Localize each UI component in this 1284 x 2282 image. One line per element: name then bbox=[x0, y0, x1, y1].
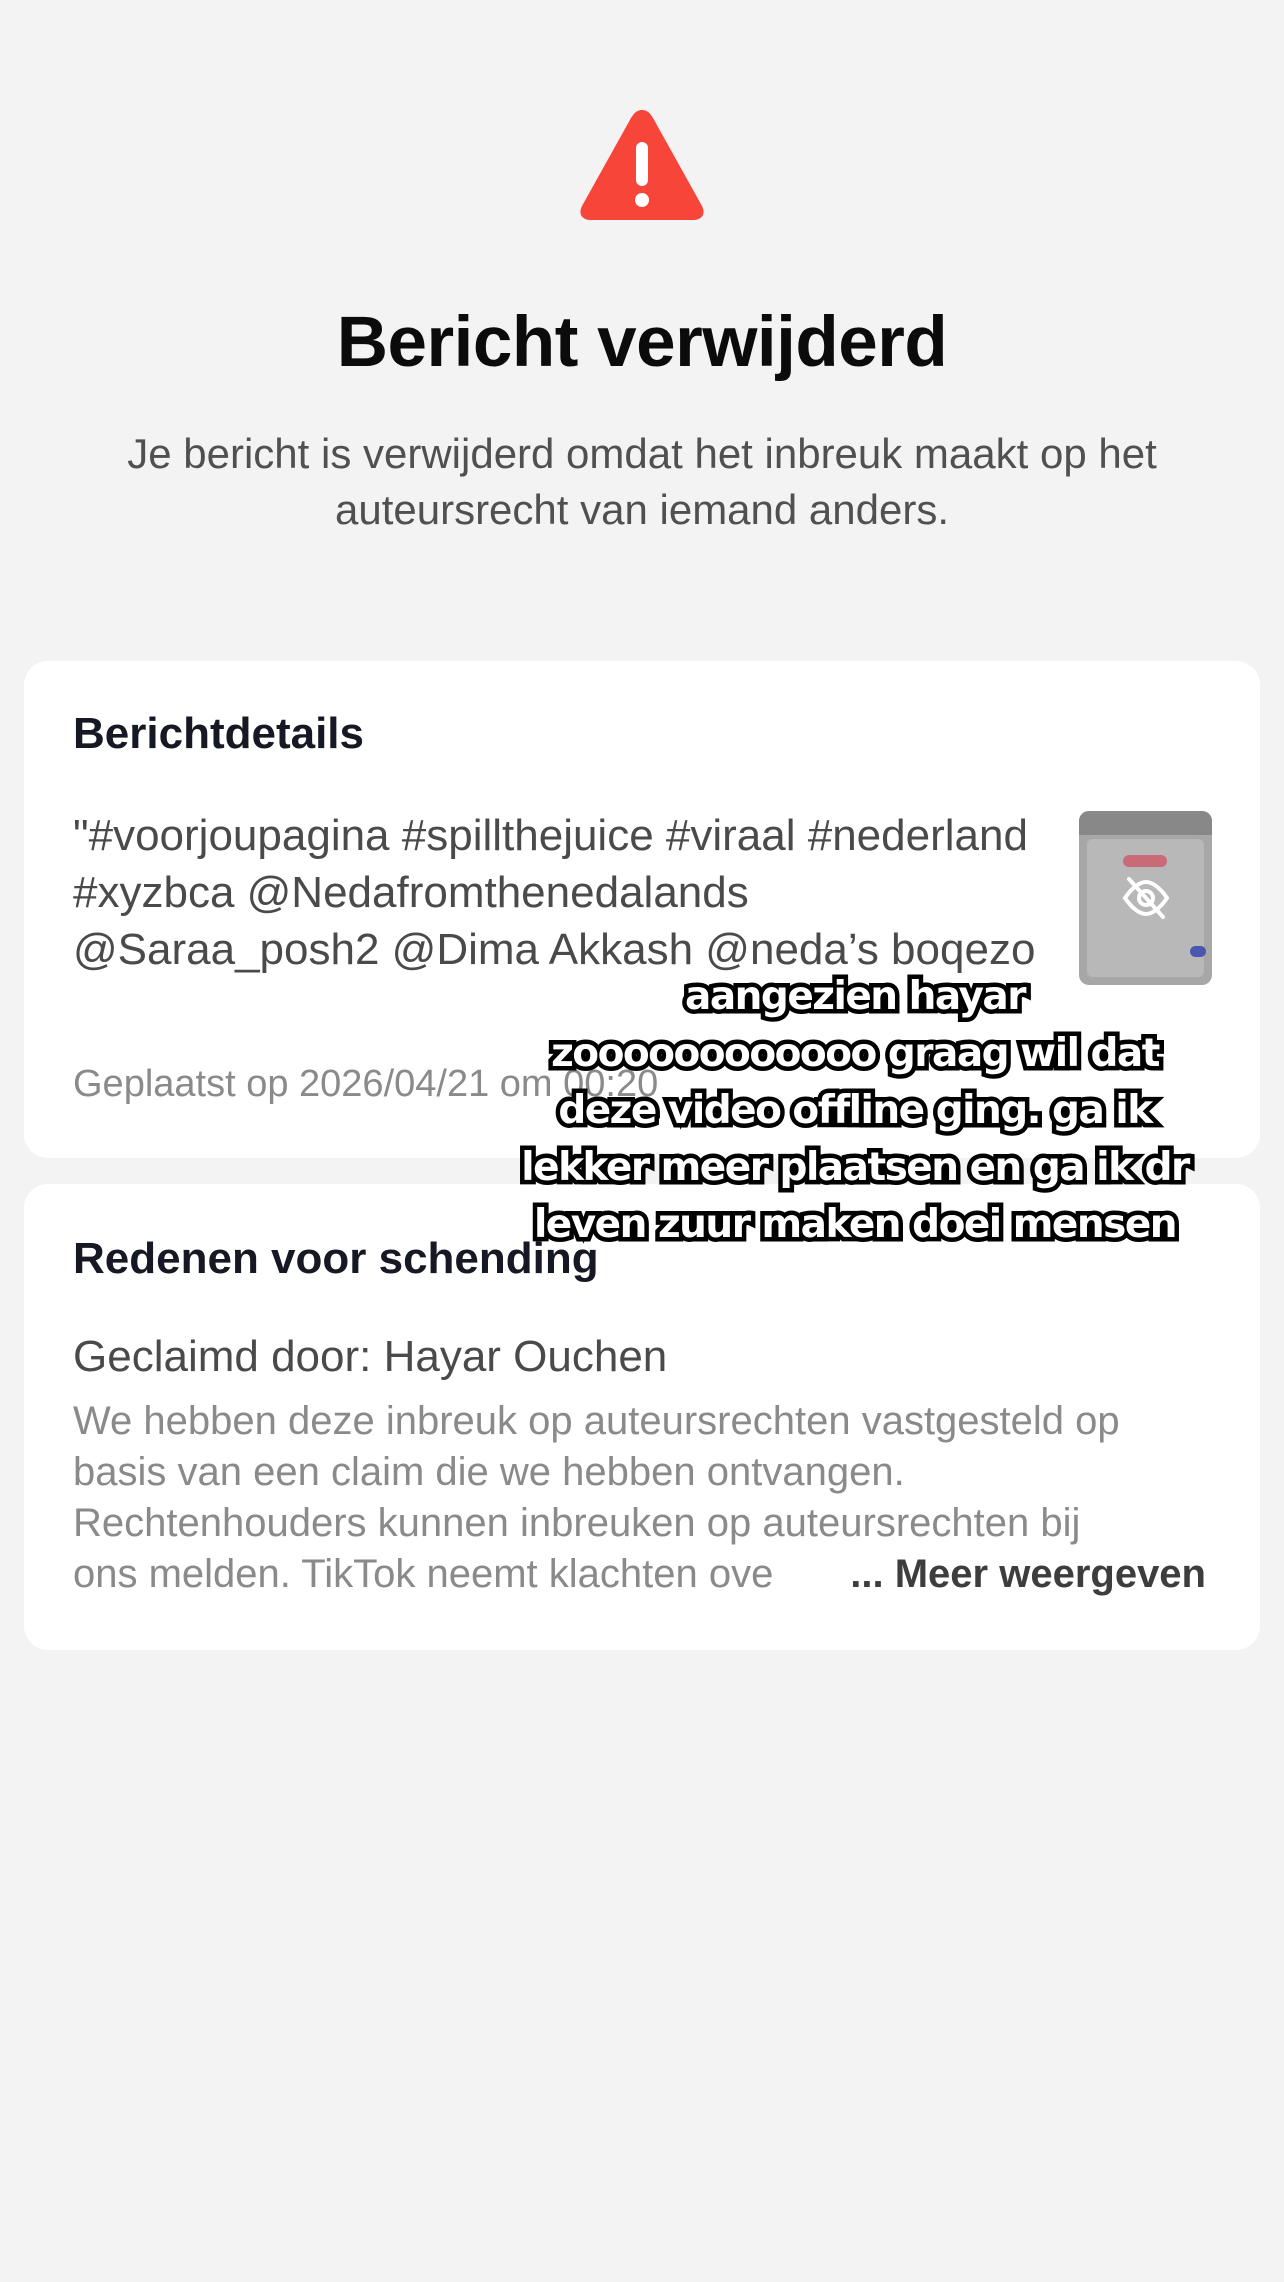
reason-line-last: ons melden. TikTok neemt klachten ove ..… bbox=[73, 1549, 1233, 1600]
reason-description: We hebben deze inbreuk op auteursrechten… bbox=[73, 1396, 1233, 1600]
reason-line: basis van een claim die we hebben ontvan… bbox=[73, 1450, 905, 1494]
claimed-by: Geclaimd door: Hayar Ouchen bbox=[73, 1332, 668, 1381]
post-caption: "#voorjoupagina #spillthejuice #viraal #… bbox=[73, 811, 1036, 974]
post-details-heading: Berichtdetails bbox=[73, 709, 364, 758]
reason-line: Rechtenhouders kunnen inbreuken op auteu… bbox=[73, 1501, 1081, 1545]
show-more-link[interactable]: ... Meer weergeven bbox=[846, 1549, 1206, 1600]
page-title: Bericht verwijderd bbox=[336, 303, 948, 382]
reason-line: We hebben deze inbreuk op auteursrechten… bbox=[73, 1399, 1120, 1443]
video-thumbnail[interactable] bbox=[1079, 811, 1212, 985]
overlay-sticker-text: aangezien hayar zoooooooooooo graag wil … bbox=[517, 970, 1195, 1252]
violation-reasons-card: Redenen voor schending Geclaimd door: Ha… bbox=[24, 1184, 1260, 1650]
warning-triangle-icon bbox=[577, 106, 707, 224]
eye-off-icon bbox=[1122, 877, 1170, 919]
reason-line: ons melden. TikTok neemt klachten ove bbox=[73, 1552, 774, 1596]
page-description: Je bericht is verwijderd omdat het inbre… bbox=[127, 430, 1157, 533]
